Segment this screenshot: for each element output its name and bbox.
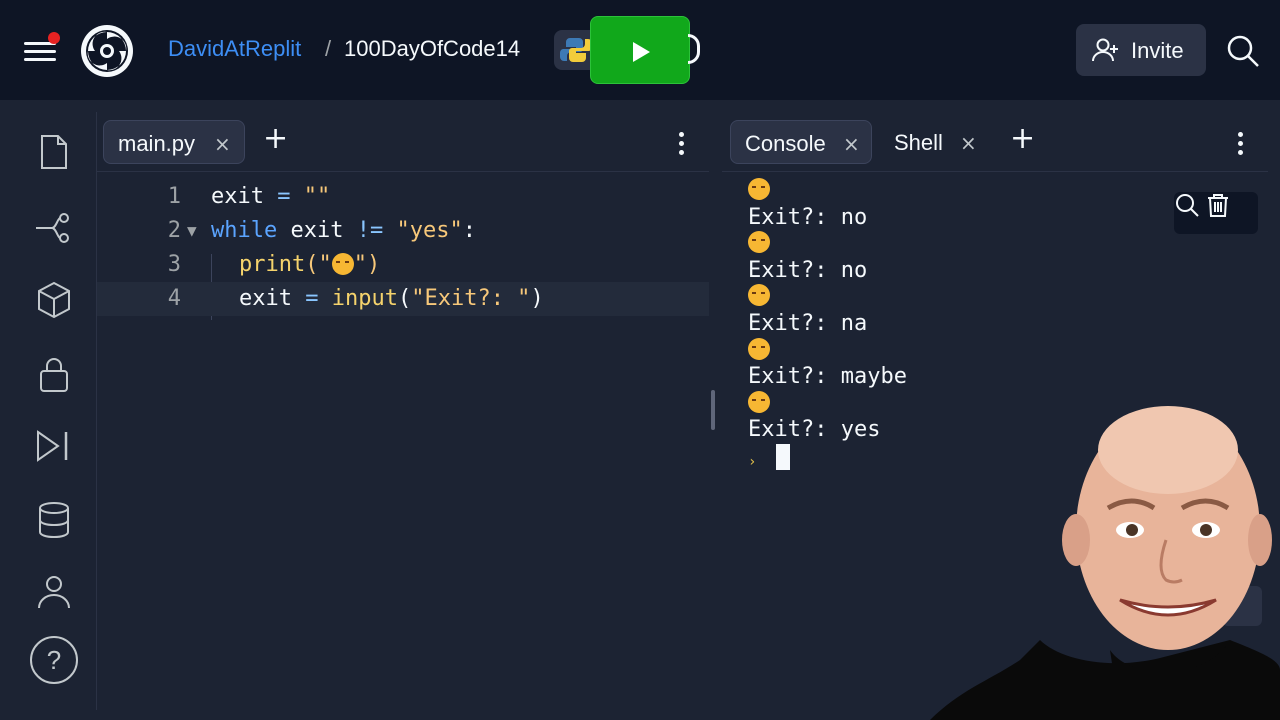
breadcrumb-user[interactable]: DavidAtReplit [168, 36, 301, 62]
search-icon[interactable] [1174, 192, 1200, 218]
output-line [748, 231, 1248, 258]
text-cursor [776, 443, 790, 470]
output-line: Exit?: maybe [748, 364, 907, 390]
output-line: Exit?: na [748, 310, 868, 336]
code-area[interactable]: 1 exit = "" 2 ▼ while exit != "yes": 3 p… [97, 174, 709, 710]
line-number: 3 [167, 252, 181, 277]
git-icon[interactable] [34, 208, 74, 248]
tab-label: main.py [118, 131, 196, 156]
replit-workspace: DavidAtReplit / 100DayOfCode14 Invite ? … [0, 0, 1280, 720]
menu-icon[interactable] [24, 32, 60, 64]
code-editor-pane: main.py × + 1 exit = "" 2 ▼ while exit !… [96, 112, 709, 710]
presenter-webcam-image [930, 406, 1280, 720]
face-emoji-icon [331, 253, 354, 275]
console-tab-bar: Console × Shell × + [722, 112, 1268, 172]
new-tab-icon[interactable]: + [263, 124, 288, 154]
code-text: print(" ") [239, 252, 381, 277]
notification-dot [48, 32, 60, 44]
play-icon [633, 42, 650, 62]
face-emoji-icon [748, 390, 770, 413]
console-tools [1174, 192, 1258, 234]
user-icon[interactable] [34, 572, 74, 612]
output-line [748, 284, 1248, 311]
debugger-icon[interactable] [34, 426, 74, 466]
tab-shell[interactable]: Shell × [880, 120, 984, 164]
help-button[interactable]: ? [30, 636, 78, 684]
tab-label: Shell [894, 130, 943, 155]
invite-button[interactable]: Invite [1076, 24, 1206, 76]
face-emoji-icon [748, 231, 770, 254]
more-options-icon[interactable] [679, 132, 685, 156]
pane-resize-handle[interactable] [711, 390, 715, 430]
top-bar: DavidAtReplit / 100DayOfCode14 Invite [0, 0, 1280, 100]
face-emoji-icon [748, 337, 770, 360]
tab-main-py[interactable]: main.py × [103, 120, 245, 164]
trash-icon[interactable] [1205, 192, 1231, 218]
face-emoji-icon [748, 284, 770, 307]
output-line [748, 178, 1248, 205]
line-number: 1 [167, 184, 181, 209]
search-icon[interactable] [1226, 34, 1260, 68]
invite-label: Invite [1131, 38, 1184, 63]
line-number: 2 [167, 218, 181, 243]
more-options-icon[interactable] [1238, 132, 1244, 156]
code-line: 2 ▼ while exit != "yes": [97, 214, 709, 248]
tab-label: Console [745, 131, 826, 156]
replit-logo-icon[interactable] [78, 22, 136, 80]
fold-arrow-icon[interactable]: ▼ [187, 214, 197, 248]
output-line: Exit?: no [748, 204, 868, 230]
output-line [748, 337, 1248, 365]
close-icon[interactable]: × [843, 132, 860, 156]
code-text: exit = input("Exit?: ") [239, 286, 544, 311]
tab-console[interactable]: Console × [730, 120, 872, 164]
prompt-icon: › [748, 453, 757, 470]
database-icon[interactable] [34, 500, 74, 540]
line-number: 4 [167, 286, 181, 311]
code-text: exit = "" [211, 184, 331, 209]
breadcrumb-repl-name[interactable]: 100DayOfCode14 [344, 36, 520, 62]
tool-sidebar: ? [14, 112, 94, 710]
editor-tab-bar: main.py × + [97, 112, 709, 172]
face-emoji-icon [748, 178, 770, 200]
new-tab-icon[interactable]: + [1010, 124, 1035, 154]
code-text: while exit != "yes": [211, 218, 476, 243]
breadcrumb-separator: / [325, 36, 332, 61]
files-icon[interactable] [34, 132, 74, 172]
run-button[interactable] [590, 16, 690, 84]
run-button-edge [688, 34, 700, 64]
secrets-icon[interactable] [34, 354, 74, 394]
packages-icon[interactable] [34, 280, 74, 320]
close-icon[interactable]: × [960, 131, 977, 155]
close-icon[interactable]: × [214, 132, 231, 156]
code-line: 3 print(" ") [97, 248, 709, 282]
output-line: Exit?: no [748, 257, 868, 283]
add-user-icon [1092, 38, 1118, 62]
code-line: 1 exit = "" [97, 180, 709, 214]
code-line-current: 4 exit = input("Exit?: ") [97, 282, 709, 316]
